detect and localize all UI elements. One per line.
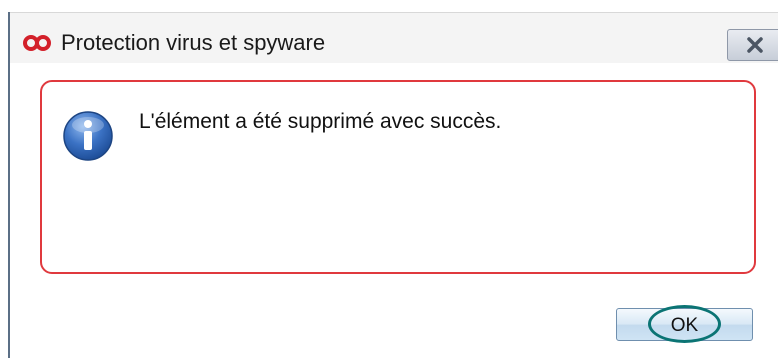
dialog-window: Protection virus et spyware L'élément a … (0, 0, 778, 358)
mcafee-logo-icon (22, 34, 52, 52)
info-icon (62, 110, 114, 162)
window-title: Protection virus et spyware (61, 30, 326, 55)
window-border (8, 12, 10, 358)
message-text: L'élément a été supprimé avec succès. (139, 110, 502, 133)
ok-button-label: OK (670, 315, 699, 336)
title-bar[interactable]: Protection virus et spyware (10, 12, 778, 63)
close-button[interactable] (727, 29, 778, 61)
message-panel: L'élément a été supprimé avec succès. (40, 80, 756, 274)
ok-button[interactable]: OK (616, 305, 753, 343)
